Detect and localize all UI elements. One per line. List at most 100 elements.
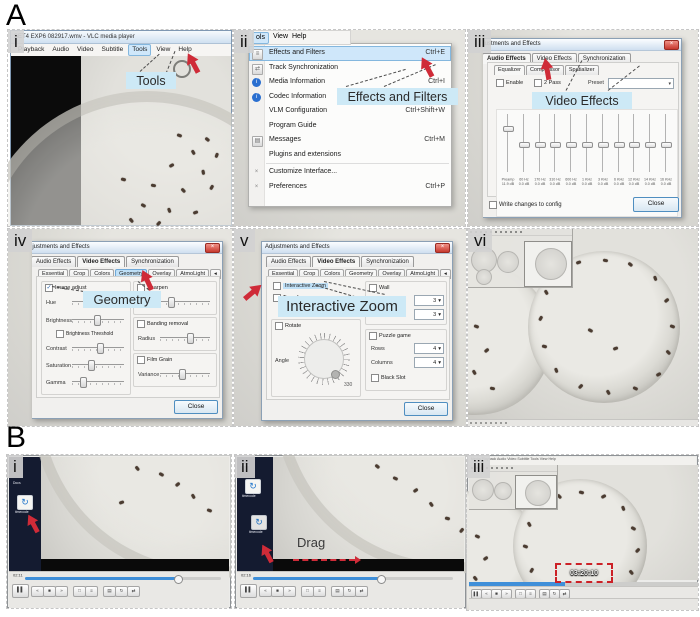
equalizer-slider-handle[interactable] — [566, 141, 578, 148]
equalizer-slider-handle[interactable] — [518, 141, 530, 148]
equalizer-slider-handle[interactable] — [629, 141, 641, 148]
close-button[interactable]: Close — [174, 400, 218, 414]
gamma-slider[interactable] — [72, 377, 124, 388]
equalizer-slider[interactable] — [582, 114, 593, 172]
random-button[interactable]: ⇄ — [127, 586, 140, 597]
equalizer-slider[interactable] — [518, 114, 530, 172]
timecode-app-icon[interactable]: ↻ — [17, 495, 33, 510]
equalizer-slider[interactable] — [566, 114, 578, 172]
angle-dial-knob[interactable] — [331, 370, 340, 379]
minimap-zoom-rect[interactable] — [524, 241, 572, 287]
spinner-arrows-icon: ▾ — [438, 359, 441, 366]
preset-dropdown[interactable]: ▾ — [608, 78, 674, 89]
close-button[interactable]: Close — [633, 197, 679, 212]
video-area: Docs ↻ timecode ↻ timecode — [237, 455, 466, 574]
equalizer-slider[interactable] — [503, 114, 514, 172]
saturation-slider[interactable] — [72, 360, 124, 371]
close-icon[interactable]: × — [435, 243, 450, 253]
wall-rows-spinner[interactable]: 3 ▾ — [414, 295, 444, 306]
minimap-zoom-rect[interactable] — [515, 475, 557, 509]
equalizer-slider[interactable] — [550, 114, 562, 172]
banding-removal-checkbox[interactable]: Banding removal — [137, 320, 188, 328]
equalizer-slider-handle[interactable] — [534, 141, 546, 148]
menu-view[interactable]: View — [273, 31, 288, 44]
menu-item-program-guide[interactable]: Program Guide — [249, 119, 451, 134]
menu-item-customize-interface[interactable]: × Customize Interface... — [249, 165, 451, 180]
menu-item-track-synchronization[interactable]: ⇄ Track Synchronization — [249, 61, 451, 76]
brightness-threshold-checkbox[interactable]: Brightness Threshold — [56, 330, 113, 338]
rotate-checkbox[interactable]: Rotate — [275, 322, 301, 330]
subtab-equalizer[interactable]: Equalizer — [494, 65, 525, 75]
equalizer-slider-handle[interactable] — [613, 141, 625, 148]
timecode-app-icon-dragged[interactable]: ↻ — [251, 515, 267, 530]
equalizer-slider[interactable] — [597, 114, 609, 172]
subtab-scroll-right-icon[interactable]: ▸ — [451, 269, 452, 279]
equalizer-slider[interactable] — [661, 114, 672, 172]
menu-audio[interactable]: Audio — [49, 44, 72, 56]
panel-a-ii-label: ii — [234, 30, 254, 53]
seek-bar[interactable] — [253, 575, 453, 584]
equalizer-slider[interactable] — [534, 114, 546, 172]
checkbox-label: Rotate — [285, 323, 302, 329]
tab-synchronization[interactable]: Synchronization — [126, 256, 179, 267]
timecode-app-icon[interactable]: ↻ — [245, 479, 261, 494]
pause-button[interactable]: ▌▌ — [240, 584, 257, 598]
close-icon[interactable]: × — [205, 243, 220, 253]
black-slot-checkbox[interactable]: Black Slot — [371, 374, 405, 382]
random-button[interactable]: ⇄ — [355, 586, 368, 597]
equalizer-slider-handle[interactable] — [503, 125, 514, 132]
variance-slider[interactable] — [160, 369, 210, 380]
film-grain-checkbox[interactable]: Film Grain — [137, 356, 172, 364]
puzzle-rows-spinner[interactable]: 4 ▾ — [414, 343, 444, 354]
menu-subtitle[interactable]: Subtitle — [99, 44, 127, 56]
equalizer-slider-handle[interactable] — [582, 141, 593, 148]
write-config-checkbox[interactable]: Write changes to config — [489, 201, 562, 209]
enable-checkbox[interactable]: Enable — [496, 79, 523, 87]
extended-settings-button[interactable]: ≡ — [313, 586, 326, 597]
menu-item-preferences[interactable]: × Preferences Ctrl+P — [249, 180, 451, 195]
seek-knob[interactable] — [173, 575, 183, 584]
equalizer-band-label: 310 Hz 0.0 dB — [549, 178, 562, 186]
equalizer-slider-handle[interactable] — [645, 141, 657, 148]
next-button[interactable]: » — [283, 586, 296, 597]
pause-button[interactable]: ▌▌ — [12, 584, 29, 598]
radius-slider[interactable] — [160, 333, 210, 344]
equalizer-slider[interactable] — [645, 114, 657, 172]
equalizer-slider[interactable] — [629, 114, 641, 172]
tab-audio-effects[interactable]: Audio Effects — [32, 256, 77, 267]
menu-item-messages[interactable]: ▤ Messages Ctrl+M — [249, 133, 451, 148]
subtab-spatializer[interactable]: Spatializer — [564, 65, 599, 75]
two-pass-checkbox[interactable]: 2 Pass — [534, 79, 561, 87]
tab-synchronization[interactable]: Synchronization — [361, 256, 414, 267]
callout-effects-and-filters: Effects and Filters — [337, 88, 458, 105]
equalizer-slider-handle[interactable] — [661, 141, 672, 148]
menu-item-vlm-configuration[interactable]: VLM Configuration Ctrl+Shift+W — [249, 104, 451, 119]
menu-tools-fragment[interactable]: ols — [252, 32, 269, 44]
menu-tools[interactable]: Tools — [128, 44, 152, 56]
puzzle-columns-spinner[interactable]: 4 ▾ — [414, 357, 444, 368]
sigma-slider[interactable] — [160, 297, 210, 308]
tab-video-effects[interactable]: Video Effects — [77, 256, 126, 267]
menu-video[interactable]: Video — [74, 44, 97, 56]
equalizer-slider[interactable] — [613, 114, 625, 172]
next-button[interactable]: » — [55, 586, 68, 597]
seek-bar[interactable] — [25, 575, 221, 584]
menu-item-plugins-and-extensions[interactable]: Plugins and extensions — [249, 148, 451, 163]
menu-item-effects-and-filters[interactable]: ≡ Effects and Filters Ctrl+E — [249, 46, 451, 61]
equalizer-slider-handle[interactable] — [597, 141, 609, 148]
subtab-scroll-right-icon[interactable]: ▸ — [221, 269, 222, 279]
tab-video-effects[interactable]: Video Effects — [312, 256, 361, 267]
brightness-slider[interactable] — [72, 315, 124, 326]
extended-settings-button[interactable]: ≡ — [85, 586, 98, 597]
angle-dial[interactable] — [298, 333, 350, 385]
seek-knob[interactable] — [377, 575, 386, 584]
close-icon[interactable]: × — [664, 40, 679, 50]
menu-help[interactable]: Help — [175, 44, 194, 56]
contrast-slider[interactable] — [72, 343, 124, 354]
puzzle-game-checkbox[interactable]: Puzzle game — [369, 332, 411, 340]
wall-columns-spinner[interactable]: 3 ▾ — [414, 309, 444, 320]
tab-audio-effects[interactable]: Audio Effects — [266, 256, 312, 267]
equalizer-slider-handle[interactable] — [550, 141, 562, 148]
menu-help[interactable]: Help — [292, 31, 306, 44]
close-button[interactable]: Close — [404, 402, 448, 416]
